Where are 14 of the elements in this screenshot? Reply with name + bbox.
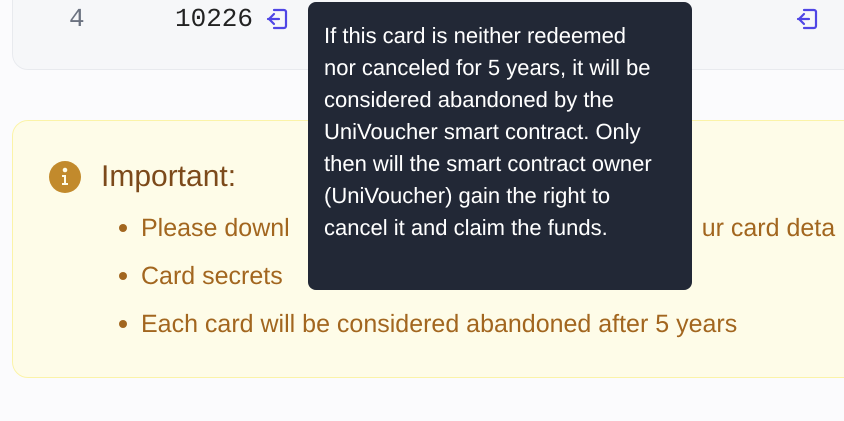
- card-amount: 10226: [175, 4, 254, 34]
- notice-title: Important:: [101, 162, 236, 192]
- notice-text: ur card deta: [702, 213, 836, 244]
- notice-text: Each card will be considered abandoned after 5 years: [141, 309, 738, 340]
- notice-text: Card secrets: [141, 261, 283, 292]
- tooltip: If this card is neither redeemed nor canceled for 5 years, it will be considered abandoned by the UniVoucher smart contract. Only then will the smart contract owner (UniVoucher) gain the right to cancel it and claim the funds.: [308, 2, 692, 290]
- copy-icon[interactable]: [795, 7, 820, 31]
- copy-icon[interactable]: [265, 7, 290, 31]
- notice-text: Please downl: [141, 213, 290, 244]
- info-icon: [49, 161, 81, 193]
- row-index: 4: [69, 4, 86, 34]
- bullet-icon: [119, 320, 127, 328]
- bullet-icon: [119, 272, 127, 280]
- bullet-icon: [119, 224, 127, 232]
